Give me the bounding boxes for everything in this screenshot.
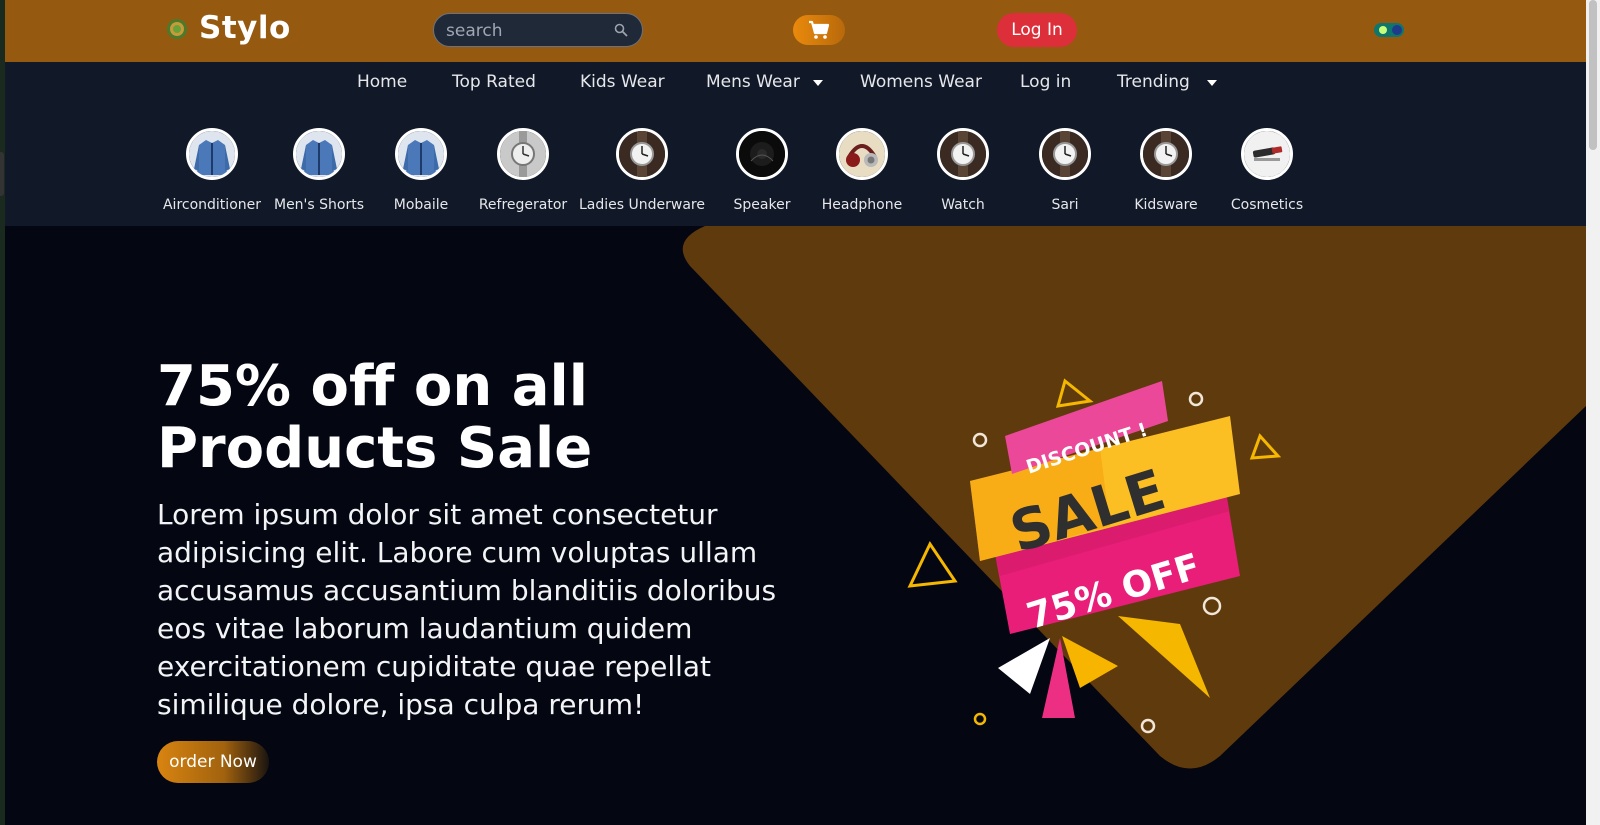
confetti-circle bbox=[972, 432, 988, 448]
burst-ray bbox=[1118, 616, 1210, 698]
confetti-circle bbox=[1140, 718, 1156, 734]
brand-name[interactable]: Stylo bbox=[199, 10, 291, 46]
confetti-circle bbox=[1188, 391, 1204, 407]
theme-toggle[interactable] bbox=[1374, 23, 1404, 37]
jacket-thumb-icon bbox=[186, 128, 238, 180]
headphone-thumb-icon bbox=[836, 128, 888, 180]
nav-trending[interactable]: Trending bbox=[1117, 72, 1190, 96]
edge-handle bbox=[0, 152, 4, 196]
search-icon[interactable] bbox=[614, 23, 628, 37]
jacket-thumb-icon bbox=[293, 128, 345, 180]
toggle-sun-icon bbox=[1379, 26, 1387, 34]
logo-icon bbox=[167, 19, 187, 39]
cosmetics-thumb-icon bbox=[1241, 128, 1293, 180]
watch-thumb-icon bbox=[497, 128, 549, 180]
page-scrollbar[interactable] bbox=[1586, 0, 1600, 825]
watch-thumb-icon bbox=[1140, 128, 1192, 180]
top-header: Stylo Log In bbox=[5, 0, 1586, 62]
nav-kids-wear[interactable]: Kids Wear bbox=[580, 72, 665, 96]
search-input[interactable] bbox=[444, 17, 608, 45]
nav-top-rated[interactable]: Top Rated bbox=[452, 72, 536, 96]
hero-title: 75% off on all Products Sale bbox=[157, 356, 797, 480]
nav-log-in[interactable]: Log in bbox=[1020, 72, 1071, 96]
cart-button[interactable] bbox=[793, 15, 845, 45]
speaker-thumb-icon bbox=[736, 128, 788, 180]
scrollbar-thumb[interactable] bbox=[1589, 0, 1597, 150]
burst-ray bbox=[998, 638, 1050, 694]
hero-banner: 75% off on all Products Sale Lorem ipsum… bbox=[5, 226, 1586, 825]
cart-icon bbox=[809, 20, 830, 39]
order-now-button[interactable]: order Now bbox=[157, 741, 269, 783]
nav-mens-wear[interactable]: Mens Wear bbox=[706, 72, 800, 96]
confetti-triangle bbox=[1249, 433, 1282, 460]
search-box bbox=[433, 13, 643, 47]
nav-womens-wear[interactable]: Womens Wear bbox=[860, 72, 982, 96]
jacket-thumb-icon bbox=[395, 128, 447, 180]
confetti-circle bbox=[1202, 596, 1222, 616]
confetti-triangle bbox=[907, 540, 958, 588]
burst-ray bbox=[1062, 636, 1118, 688]
hero-title-line2: Products Sale bbox=[157, 416, 593, 481]
category-label: Ladies Underware bbox=[579, 197, 705, 213]
mens-wear-dropdown-icon[interactable] bbox=[813, 80, 823, 86]
category-refregerator[interactable]: Refregerator bbox=[458, 128, 588, 213]
sale-badge-illustration: DISCOUNT ! SALE 75% OFF bbox=[907, 378, 1282, 734]
trending-dropdown-icon[interactable] bbox=[1207, 80, 1217, 86]
hero-description: Lorem ipsum dolor sit amet consectetur a… bbox=[157, 498, 777, 721]
hero-title-line1: 75% off on all bbox=[157, 354, 588, 419]
nav-home[interactable]: Home bbox=[357, 72, 407, 96]
confetti-circle bbox=[973, 712, 987, 726]
toggle-moon-icon bbox=[1392, 25, 1402, 35]
main-nav: Home Top Rated Kids Wear Mens Wear Women… bbox=[5, 62, 1586, 226]
watch-thumb-icon bbox=[937, 128, 989, 180]
watch-thumb-icon bbox=[616, 128, 668, 180]
login-button[interactable]: Log In bbox=[997, 13, 1077, 47]
category-cosmetics[interactable]: Cosmetics bbox=[1202, 128, 1332, 213]
confetti-triangle bbox=[1055, 378, 1094, 408]
category-label: Cosmetics bbox=[1230, 197, 1304, 213]
watch-thumb-icon bbox=[1039, 128, 1091, 180]
category-ladies-underware[interactable]: Ladies Underware bbox=[577, 128, 707, 213]
category-label: Refregerator bbox=[478, 197, 568, 213]
